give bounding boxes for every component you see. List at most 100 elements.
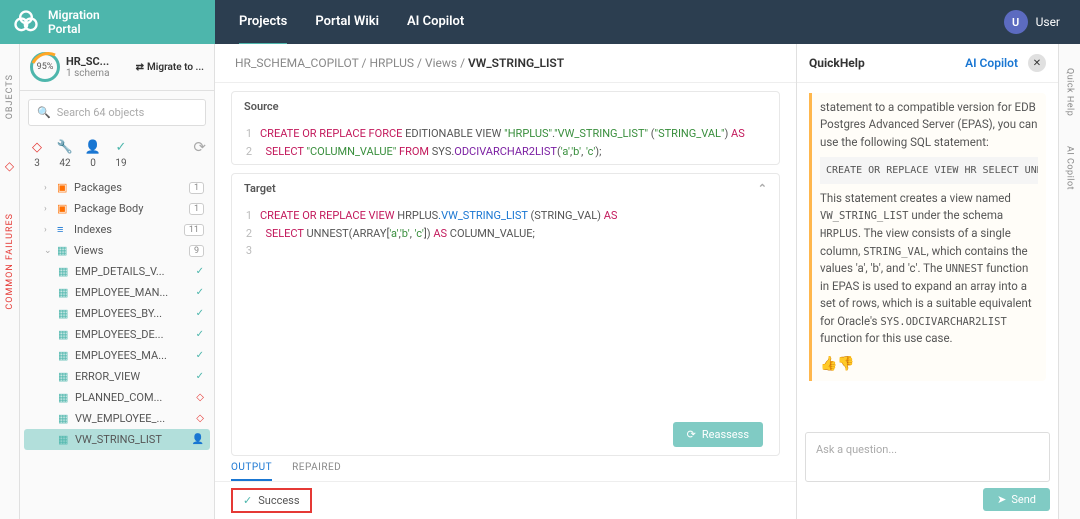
view-icon: ▦ xyxy=(58,286,70,299)
chat-code: CREATE OR REPLACE VIEW HR SELECT UNNEST(… xyxy=(820,157,1038,184)
success-check-icon: ✓ xyxy=(243,494,252,507)
check-icon: ✓ xyxy=(196,287,204,298)
rail-failures[interactable]: COMMON FAILURES xyxy=(5,213,15,310)
logo-area: MigrationPortal xyxy=(0,0,215,44)
chat-response: statement to a compatible version for ED… xyxy=(809,93,1046,381)
nav-copilot[interactable]: AI Copilot xyxy=(407,0,464,45)
tree-label: VW_STRING_LIST xyxy=(75,433,162,446)
tree-label: Package Body xyxy=(74,202,143,215)
diamond-icon: ◇ xyxy=(5,159,14,173)
source-title: Source xyxy=(244,100,279,113)
success-message: ✓Success xyxy=(231,488,312,513)
tree-label: EMPLOYEES_MA... xyxy=(75,349,167,362)
tree-view-item[interactable]: ▦ ERROR_VIEW ✓ xyxy=(24,366,210,387)
tree-view-item[interactable]: ▦ EMPLOYEES_MA... ✓ xyxy=(24,345,210,366)
crumb-sep: / xyxy=(362,56,367,70)
migrate-icon: ⇄ xyxy=(136,62,144,73)
package-icon: ▣ xyxy=(57,181,69,194)
migrate-button[interactable]: ⇄Migrate to ... xyxy=(136,62,204,73)
tree-count: 1 xyxy=(189,203,204,215)
crumb-d: VW_STRING_LIST xyxy=(468,56,564,70)
rail-aicopilot[interactable]: AI Copilot xyxy=(1065,146,1075,190)
feedback-thumbs[interactable]: 👍👎 xyxy=(820,354,1038,375)
crumb-a[interactable]: HR_SCHEMA_COPILOT xyxy=(235,56,359,70)
logo-icon xyxy=(12,8,40,36)
tree-views[interactable]: ⌄▦Views9 xyxy=(24,240,210,261)
target-code[interactable]: 1CREATE OR REPLACE VIEW HRPLUS.VW_STRING… xyxy=(232,203,779,414)
quickhelp-title: QuickHelp xyxy=(809,56,865,70)
tab-output[interactable]: OUTPUT xyxy=(231,456,272,481)
nav-projects[interactable]: Projects xyxy=(239,0,287,45)
tree-view-item[interactable]: ▦EMPLOYEES_DE...✓ xyxy=(24,324,210,345)
rail-quickhelp[interactable]: Quick Help xyxy=(1065,68,1075,116)
tree-view-item[interactable]: ▦VW_EMPLOYEE_...◇ xyxy=(24,408,210,429)
view-icon: ▦ xyxy=(58,391,70,404)
tree-label: EMP_DETAILS_V... xyxy=(75,265,165,278)
refresh-icon[interactable]: ⟳ xyxy=(193,138,206,156)
reassess-button[interactable]: ⟳Reassess xyxy=(673,422,763,447)
project-name: HR_SC... xyxy=(66,55,110,68)
index-icon: ≡ xyxy=(57,223,69,236)
tree-label: EMPLOYEES_BY... xyxy=(75,307,162,320)
tree-label: EMPLOYEE_MAN... xyxy=(75,286,168,299)
view-icon: ▦ xyxy=(58,265,70,278)
target-title: Target xyxy=(244,182,276,195)
project-schemas: 1 schema xyxy=(66,68,110,79)
chevron-up-icon[interactable]: ⌃ xyxy=(758,182,767,195)
view-icon: ▦ xyxy=(58,370,70,383)
stat-user-icon: 👤 xyxy=(84,138,102,156)
view-icon: ▦ xyxy=(58,433,70,446)
send-label: Send xyxy=(1011,493,1036,506)
user-check-icon: 👤 xyxy=(192,434,204,445)
chat-p1: statement to a compatible version for ED… xyxy=(820,99,1038,151)
error-icon: ◇ xyxy=(196,392,204,403)
tree-view-item-selected[interactable]: ▦ VW_STRING_LIST 👤 xyxy=(24,429,210,450)
crumb-sep: / xyxy=(417,56,422,70)
packagebody-icon: ▣ xyxy=(57,202,69,215)
tree-label: PLANNED_COM... xyxy=(75,391,162,404)
stat-check-icon: ✓ xyxy=(112,138,130,156)
ask-input[interactable]: Ask a question... xyxy=(805,432,1050,482)
tree-view-item[interactable]: ▦EMPLOYEES_BY...✓ xyxy=(24,303,210,324)
error-icon: ◇ xyxy=(196,413,204,424)
reload-icon: ⟳ xyxy=(687,428,696,441)
tree-label: VW_EMPLOYEE_... xyxy=(75,412,165,425)
tree-view-item[interactable]: ▦ PLANNED_COM... ◇ xyxy=(24,387,210,408)
avatar[interactable]: U xyxy=(1004,10,1028,34)
view-icon: ▦ xyxy=(58,349,70,362)
tree-count: 11 xyxy=(184,224,204,236)
progress-gauge: 95% xyxy=(30,52,60,82)
search-input[interactable]: 🔍Search 64 objects xyxy=(28,99,206,126)
check-icon: ✓ xyxy=(196,266,204,277)
nav-wiki[interactable]: Portal Wiki xyxy=(315,0,379,45)
close-icon[interactable]: ✕ xyxy=(1028,54,1046,72)
tree-indexes[interactable]: ›≡Indexes11 xyxy=(24,219,210,240)
source-code: 1CREATE OR REPLACE FORCE EDITIONABLE VIE… xyxy=(232,121,779,164)
rail-objects[interactable]: OBJECTS xyxy=(5,74,15,119)
search-placeholder: Search 64 objects xyxy=(57,106,145,119)
tree-view-item[interactable]: ▦ EMP_DETAILS_V... ✓ xyxy=(24,261,210,282)
user-name: User xyxy=(1036,15,1060,29)
tree-count: 1 xyxy=(189,182,204,194)
tree-label: Views xyxy=(74,244,103,257)
check-icon: ✓ xyxy=(196,329,204,340)
view-icon: ▦ xyxy=(58,307,70,320)
tab-repaired[interactable]: REPAIRED xyxy=(292,456,341,481)
views-icon: ▦ xyxy=(57,244,69,257)
chat-p2: This statement creates a view named VW_S… xyxy=(820,190,1038,348)
stat-wrench-icon: 🔧 xyxy=(56,138,74,156)
stat-d: 19 xyxy=(115,158,126,169)
check-icon: ✓ xyxy=(196,371,204,382)
stat-error-icon: ◇ xyxy=(28,138,46,156)
view-icon: ▦ xyxy=(58,328,70,341)
tree-label: Packages xyxy=(74,181,122,194)
send-button[interactable]: ➤Send xyxy=(983,488,1050,511)
tree-view-item[interactable]: ▦ EMPLOYEE_MAN... ✓ xyxy=(24,282,210,303)
crumb-b[interactable]: HRPLUS xyxy=(369,56,414,70)
tree-packagebody[interactable]: ›▣Package Body1 xyxy=(24,198,210,219)
crumb-c[interactable]: Views xyxy=(425,56,457,70)
check-icon: ✓ xyxy=(196,350,204,361)
aicopilot-tab[interactable]: AI Copilot xyxy=(965,56,1018,70)
tree-label: ERROR_VIEW xyxy=(75,370,140,383)
tree-packages[interactable]: ›▣Packages1 xyxy=(24,177,210,198)
